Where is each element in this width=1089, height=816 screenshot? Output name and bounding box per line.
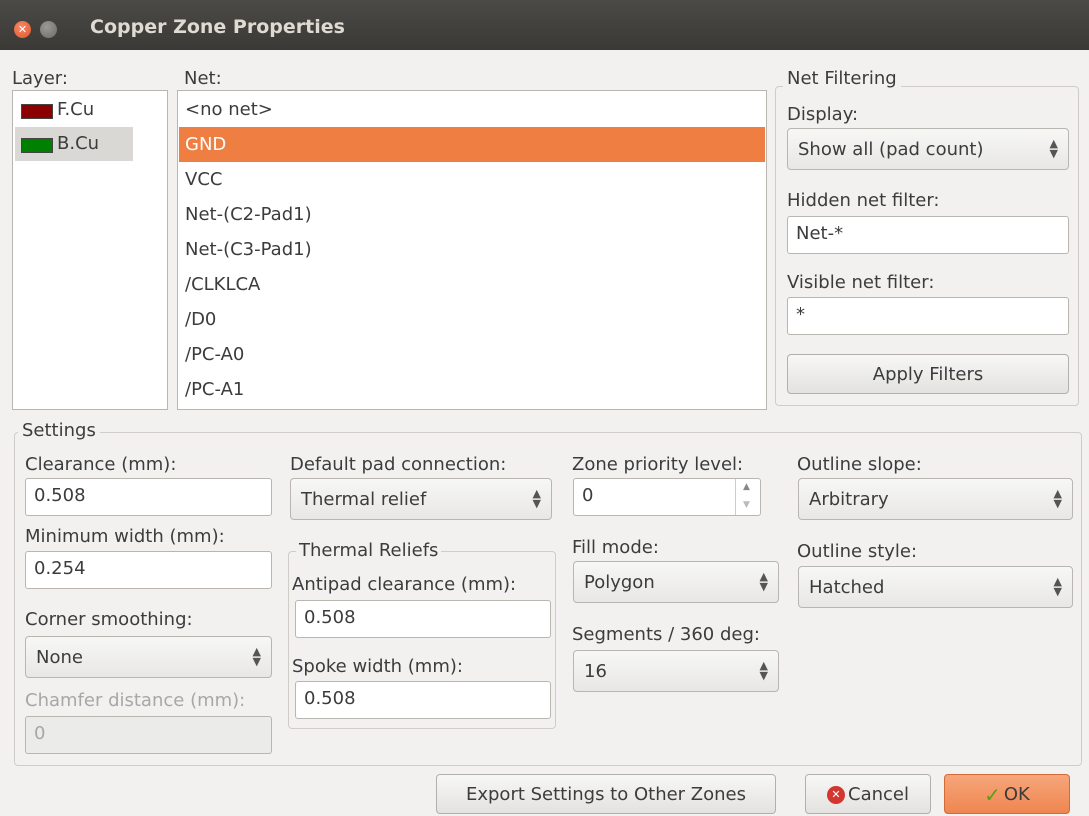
spin-arrows-icon: ▲ ▼ <box>252 645 261 668</box>
fill-mode-value: Polygon <box>584 572 655 593</box>
settings-title: Settings <box>18 420 100 441</box>
spin-arrows-icon: ▲ ▼ <box>532 487 541 510</box>
fill-mode-label: Fill mode: <box>572 537 659 558</box>
net-item[interactable]: /PC-A0 <box>179 337 765 372</box>
layer-list[interactable]: F.Cu B.Cu <box>12 90 168 410</box>
layer-item-bcu[interactable]: B.Cu <box>15 127 133 161</box>
outline-style-label: Outline style: <box>797 541 918 562</box>
chamfer-label: Chamfer distance (mm): <box>25 690 246 711</box>
visible-filter-label: Visible net filter: <box>787 272 935 293</box>
spoke-width-label: Spoke width (mm): <box>292 656 463 677</box>
corner-smoothing-select[interactable]: None ▲ ▼ <box>25 636 272 678</box>
spin-arrows-icon[interactable]: ▲ ▼ <box>735 479 760 515</box>
segments-label: Segments / 360 deg: <box>572 624 760 645</box>
pad-connection-select[interactable]: Thermal relief ▲ ▼ <box>290 478 552 520</box>
hidden-filter-label: Hidden net filter: <box>787 190 940 211</box>
clearance-label: Clearance (mm): <box>25 454 177 475</box>
ok-label: OK <box>1003 784 1030 805</box>
segments-value: 16 <box>584 661 607 682</box>
net-item[interactable]: /CLKLCA <box>179 267 765 302</box>
corner-smoothing-value: None <box>36 647 83 668</box>
net-item-selected[interactable]: GND <box>179 127 765 162</box>
checkmark-icon: ✓ <box>984 783 1001 807</box>
spin-arrows-icon: ▲ ▼ <box>1049 137 1058 160</box>
layer-color-swatch <box>21 138 53 153</box>
outline-style-select[interactable]: Hatched ▲ ▼ <box>798 566 1073 608</box>
priority-spinbox[interactable]: 0 ▲ ▼ <box>573 478 761 516</box>
priority-value: 0 <box>582 485 594 506</box>
antipad-input[interactable]: 0.508 <box>295 600 551 638</box>
segments-select[interactable]: 16 ▲ ▼ <box>573 650 779 692</box>
antipad-label: Antipad clearance (mm): <box>292 574 517 595</box>
spin-arrows-icon: ▲ ▼ <box>1053 575 1062 598</box>
cancel-label: Cancel <box>848 784 909 805</box>
outline-style-value: Hatched <box>809 577 885 598</box>
close-icon[interactable]: ✕ <box>14 21 31 38</box>
net-item[interactable]: /PC-A1 <box>179 372 765 407</box>
apply-filters-button[interactable]: Apply Filters <box>787 354 1069 394</box>
cancel-button[interactable]: ✕ Cancel <box>805 774 931 814</box>
net-item[interactable]: <no net> <box>179 92 765 127</box>
fill-mode-select[interactable]: Polygon ▲ ▼ <box>573 561 779 603</box>
export-settings-button[interactable]: Export Settings to Other Zones <box>436 774 776 814</box>
layer-color-swatch <box>21 104 53 119</box>
min-width-label: Minimum width (mm): <box>25 526 225 547</box>
layer-item-fcu[interactable]: F.Cu <box>15 93 133 127</box>
layer-item-label: F.Cu <box>57 99 95 120</box>
net-item[interactable]: VCC <box>179 162 765 197</box>
pad-connection-value: Thermal relief <box>301 489 427 510</box>
net-list[interactable]: <no net> GND VCC Net-(C2-Pad1) Net-(C3-P… <box>177 90 767 410</box>
title-bar: ✕ Copper Zone Properties <box>0 0 1089 50</box>
spin-arrows-icon: ▲ ▼ <box>759 570 768 593</box>
display-select-value: Show all (pad count) <box>798 139 984 160</box>
min-width-input[interactable]: 0.254 <box>25 551 272 589</box>
display-label: Display: <box>787 104 859 125</box>
layer-item-label: B.Cu <box>57 133 100 154</box>
outline-slope-label: Outline slope: <box>797 454 922 475</box>
spin-arrows-icon: ▲ ▼ <box>1053 487 1062 510</box>
net-label: Net: <box>184 68 222 89</box>
outline-slope-value: Arbitrary <box>809 489 889 510</box>
spoke-width-input[interactable]: 0.508 <box>295 681 551 719</box>
priority-label: Zone priority level: <box>572 454 744 475</box>
corner-smoothing-label: Corner smoothing: <box>25 609 193 630</box>
window-title: Copper Zone Properties <box>90 16 345 38</box>
net-item[interactable]: /D0 <box>179 302 765 337</box>
thermal-reliefs-title: Thermal Reliefs <box>296 540 442 561</box>
chamfer-input: 0 <box>25 716 272 754</box>
clearance-input[interactable]: 0.508 <box>25 478 272 516</box>
hidden-filter-input[interactable]: Net-* <box>787 216 1069 254</box>
net-item[interactable]: Net-(C2-Pad1) <box>179 197 765 232</box>
spin-arrows-icon: ▲ ▼ <box>759 659 768 682</box>
pad-connection-label: Default pad connection: <box>290 454 507 475</box>
outline-slope-select[interactable]: Arbitrary ▲ ▼ <box>798 478 1073 520</box>
display-select[interactable]: Show all (pad count) ▲ ▼ <box>787 128 1069 170</box>
visible-filter-input[interactable]: * <box>787 297 1069 335</box>
cancel-icon: ✕ <box>827 786 845 804</box>
layer-label: Layer: <box>12 68 68 89</box>
ok-button[interactable]: ✓ OK <box>944 774 1070 814</box>
minimize-icon[interactable] <box>40 21 57 38</box>
net-filtering-title: Net Filtering <box>783 68 901 89</box>
net-item[interactable]: Net-(C3-Pad1) <box>179 232 765 267</box>
